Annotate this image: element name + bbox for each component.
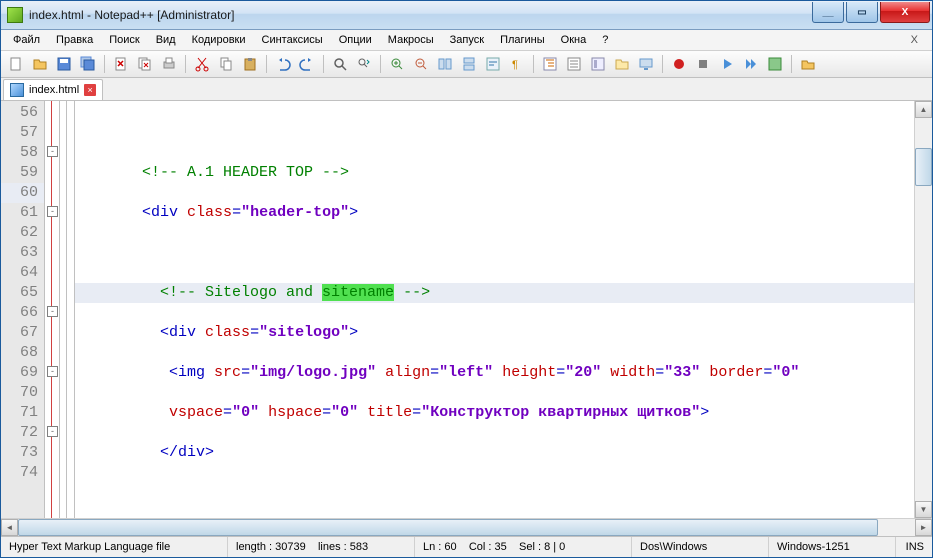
scroll-down-icon[interactable]: ▼ xyxy=(915,501,932,518)
indent-guide-icon[interactable] xyxy=(539,53,561,75)
play-icon[interactable] xyxy=(716,53,738,75)
toolbar-extra-icon[interactable] xyxy=(797,53,819,75)
status-language: Hyper Text Markup Language file xyxy=(1,537,228,557)
svg-text:¶: ¶ xyxy=(512,59,518,71)
zoom-in-icon[interactable] xyxy=(386,53,408,75)
menu-help[interactable]: ? xyxy=(594,32,616,48)
doc-map-icon[interactable] xyxy=(587,53,609,75)
stop-icon[interactable] xyxy=(692,53,714,75)
status-length: length : 30739 lines : 583 xyxy=(228,537,415,557)
status-encoding[interactable]: Windows-1251 xyxy=(769,537,896,557)
menu-language[interactable]: Синтаксисы xyxy=(254,32,331,48)
close-file-icon[interactable] xyxy=(110,53,132,75)
find-icon[interactable] xyxy=(329,53,351,75)
app-window: index.html - Notepad++ [Administrator] _… xyxy=(0,0,933,558)
app-icon xyxy=(7,7,23,23)
sync-h-icon[interactable] xyxy=(458,53,480,75)
menu-view[interactable]: Вид xyxy=(148,32,184,48)
cut-icon[interactable] xyxy=(191,53,213,75)
scroll-thumb-h[interactable] xyxy=(18,519,878,536)
scroll-left-icon[interactable]: ◄ xyxy=(1,519,18,536)
vertical-scrollbar[interactable]: ▲ ▼ xyxy=(914,101,932,518)
tab-label: index.html xyxy=(29,84,79,96)
scroll-up-icon[interactable]: ▲ xyxy=(915,101,932,118)
fold-box-icon[interactable]: - xyxy=(47,146,58,157)
paste-icon[interactable] xyxy=(239,53,261,75)
line-number-gutter: 56575859 60 61626364 6566676869 70717273… xyxy=(1,101,45,518)
status-eol[interactable]: Dos\Windows xyxy=(632,537,769,557)
menu-macros[interactable]: Макросы xyxy=(380,32,442,48)
horizontal-scrollbar[interactable]: ◄ ► xyxy=(1,518,932,536)
save-icon[interactable] xyxy=(53,53,75,75)
menu-run[interactable]: Запуск xyxy=(442,32,492,48)
undo-icon[interactable] xyxy=(272,53,294,75)
scroll-thumb[interactable] xyxy=(915,148,932,186)
menu-search[interactable]: Поиск xyxy=(101,32,147,48)
menu-edit[interactable]: Правка xyxy=(48,32,101,48)
save-macro-icon[interactable] xyxy=(764,53,786,75)
status-ins[interactable]: INS xyxy=(896,537,932,557)
replace-icon[interactable] xyxy=(353,53,375,75)
wrap-icon[interactable] xyxy=(482,53,504,75)
close-button[interactable]: X xyxy=(880,2,930,23)
sync-v-icon[interactable] xyxy=(434,53,456,75)
show-all-icon[interactable]: ¶ xyxy=(506,53,528,75)
statusbar: Hyper Text Markup Language file length :… xyxy=(1,536,932,557)
menu-windows[interactable]: Окна xyxy=(553,32,595,48)
status-position: Ln : 60 Col : 35 Sel : 8 | 0 xyxy=(415,537,632,557)
window-buttons: __ ▭ X xyxy=(810,2,930,22)
file-type-icon xyxy=(10,83,24,97)
menu-close-x[interactable]: X xyxy=(901,32,928,48)
menu-settings[interactable]: Опции xyxy=(331,32,380,48)
fold-box-icon[interactable]: - xyxy=(47,366,58,377)
save-all-icon[interactable] xyxy=(77,53,99,75)
menubar: Файл Правка Поиск Вид Кодировки Синтакси… xyxy=(1,30,932,51)
play-multi-icon[interactable] xyxy=(740,53,762,75)
folder-icon[interactable] xyxy=(611,53,633,75)
titlebar[interactable]: index.html - Notepad++ [Administrator] _… xyxy=(1,1,932,30)
maximize-button[interactable]: ▭ xyxy=(846,2,878,23)
close-all-icon[interactable] xyxy=(134,53,156,75)
copy-icon[interactable] xyxy=(215,53,237,75)
window-title: index.html - Notepad++ [Administrator] xyxy=(29,8,234,22)
fold-box-icon[interactable]: - xyxy=(47,306,58,317)
tab-index-html[interactable]: index.html × xyxy=(3,79,103,100)
print-icon[interactable] xyxy=(158,53,180,75)
redo-icon[interactable] xyxy=(296,53,318,75)
minimize-button[interactable]: __ xyxy=(812,2,844,23)
menu-encoding[interactable]: Кодировки xyxy=(184,32,254,48)
menu-file[interactable]: Файл xyxy=(5,32,48,48)
fold-box-icon[interactable]: - xyxy=(47,426,58,437)
editor-area: 56575859 60 61626364 6566676869 70717273… xyxy=(1,101,932,518)
tabbar: index.html × xyxy=(1,78,932,101)
code-editor[interactable]: <!-- A.1 HEADER TOP --> <div class="head… xyxy=(75,101,914,518)
open-file-icon[interactable] xyxy=(29,53,51,75)
monitor-icon[interactable] xyxy=(635,53,657,75)
new-file-icon[interactable] xyxy=(5,53,27,75)
fold-margin[interactable]: - - - - - xyxy=(45,101,60,518)
scroll-right-icon[interactable]: ► xyxy=(915,519,932,536)
fold-box-icon[interactable]: - xyxy=(47,206,58,217)
change-margin xyxy=(60,101,75,518)
menu-plugins[interactable]: Плагины xyxy=(492,32,553,48)
zoom-out-icon[interactable] xyxy=(410,53,432,75)
record-icon[interactable] xyxy=(668,53,690,75)
toolbar: ¶ xyxy=(1,51,932,78)
function-list-icon[interactable] xyxy=(563,53,585,75)
tab-close-icon[interactable]: × xyxy=(84,84,96,96)
